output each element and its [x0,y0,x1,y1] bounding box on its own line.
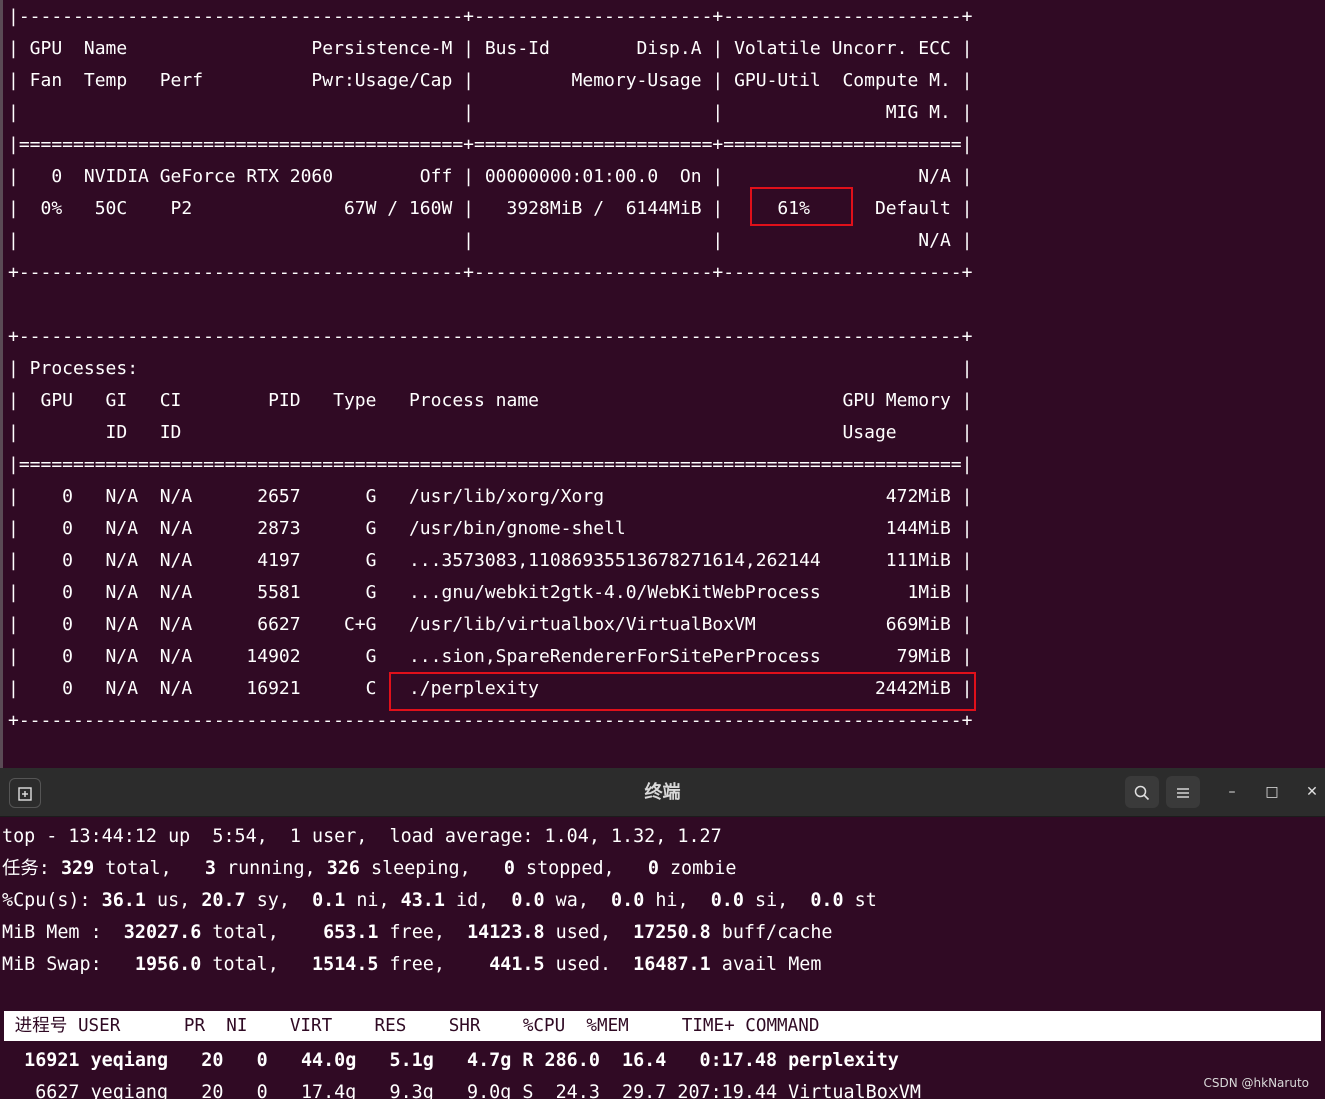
smi-process-row: | 0 N/A N/A 6627 C+G /usr/lib/virtualbox… [8,614,973,635]
process-row: 16921 yeqiang 20 0 44.0g 5.1g 4.7g R 286… [2,1050,899,1071]
smi-line: | GPU GI CI PID Type Process name GPU Me… [8,390,973,411]
smi-line: |---------------------------------------… [8,6,973,27]
hamburger-menu-icon [1177,787,1189,798]
mem-free-label: free, [378,922,468,943]
cpu-us: 36.1 [101,890,146,911]
search-icon [1134,785,1150,800]
tasks-zombie-label: zombie [658,858,737,879]
tasks-stopped: 0 [503,858,515,879]
smi-line: | ID ID Usage | [8,422,973,443]
smi-line: |=======================================… [8,134,973,155]
terminal-titlebar[interactable]: 终端 – □ ✕ [0,768,1325,817]
smi-line: +---------------------------------------… [8,326,973,347]
tasks-total-label: total, [94,858,205,879]
cpu-sy: 20.7 [201,890,246,911]
mem-used-label: used, [544,922,634,943]
minimize-button[interactable]: – [1220,780,1244,804]
swap-free-label: free, [378,954,490,975]
tasks-sleeping: 326 [326,858,360,879]
cpu-wa-label: wa, [544,890,612,911]
top-uptime-line: top - 13:44:12 up 5:54, 1 user, load ave… [2,826,722,847]
tasks-running-label: running, [215,858,327,879]
top-cpu-line: %Cpu(s): 36.1 us, 20.7 sy, 0.1 ni, 43.1 … [2,885,877,917]
watermark: CSDN @hkNaruto [1203,1076,1310,1090]
mem-cache: 17250.8 [633,922,711,943]
smi-process-row: | 0 N/A N/A 2873 G /usr/bin/gnome-shell … [8,518,973,539]
smi-line: | Processes: | [8,358,973,379]
smi-line: | GPU Name Persistence-M | Bus-Id Disp.A… [8,38,973,59]
terminal-window: 终端 – □ ✕ top - 13:44:12 up 5:54, 1 user,… [0,768,1325,1099]
cpu-ni: 0.1 [312,890,346,911]
maximize-button[interactable]: □ [1260,780,1284,804]
smi-line: +---------------------------------------… [8,262,973,283]
cpu-st: 0.0 [810,890,844,911]
cpu-hi-label: hi, [644,890,711,911]
mem-label: MiB Mem : [2,922,124,943]
mem-cache-label: buff/cache [710,922,833,943]
swap-used-label: used. [544,954,634,975]
cpu-wa: 0.0 [511,890,545,911]
nvidia-smi-output: |---------------------------------------… [0,0,1325,768]
swap-label: MiB Swap: [2,954,135,975]
swap-avail-label: avail Mem [710,954,822,975]
cpu-id: 43.1 [400,890,445,911]
process-table-header: 进程号 USER PR NI VIRT RES SHR %CPU %MEM TI… [4,1011,1321,1041]
smi-process-row: | 0 N/A N/A 2657 G /usr/lib/xorg/Xorg 47… [8,486,973,507]
cpu-sy-label: sy, [245,890,313,911]
process-row: 6627 yeqiang 20 0 17.4g 9.3g 9.0g S 24.3… [2,1082,921,1099]
swap-avail: 16487.1 [633,954,711,975]
cpu-si: 0.0 [710,890,744,911]
swap-used: 441.5 [489,954,545,975]
cpu-st-label: st [843,890,877,911]
smi-process-row: | 0 N/A N/A 4197 G ...3573083,1108693551… [8,550,973,571]
smi-process-row: | 0 N/A N/A 5581 G ...gnu/webkit2gtk-4.0… [8,582,973,603]
smi-line: | | | N/A | [8,230,973,251]
tasks-label: 任务: [2,858,50,879]
mem-used: 14123.8 [467,922,545,943]
top-mem-line: MiB Mem : 32027.6 total, 653.1 free, 141… [2,917,832,949]
cpu-ni-label: ni, [345,890,401,911]
smi-line: |=======================================… [8,454,973,475]
cpu-label: %Cpu(s): [2,890,102,911]
search-button[interactable] [1125,776,1159,808]
cpu-hi: 0.0 [611,890,645,911]
smi-process-row: | 0 N/A N/A 14902 G ...sion,SpareRendere… [8,646,973,667]
top-tasks-line: 任务: 329 total, 3 running, 326 sleeping, … [2,853,736,885]
swap-free: 1514.5 [312,954,379,975]
cpu-si-label: si, [743,890,811,911]
smi-line: | Fan Temp Perf Pwr:Usage/Cap | Memory-U… [8,70,973,91]
mem-free: 653.1 [323,922,379,943]
menu-button[interactable] [1166,776,1200,808]
gpu-util-highlight [750,187,853,226]
tasks-stopped-label: stopped, [514,858,648,879]
swap-total-label: total, [201,954,313,975]
cpu-id-label: id, [444,890,512,911]
tasks-running: 3 [204,858,216,879]
mem-total: 32027.6 [123,922,202,943]
close-button[interactable]: ✕ [1300,780,1324,804]
tasks-zombie: 0 [647,858,659,879]
cpu-us-label: us, [145,890,202,911]
perplexity-process-highlight [389,672,976,711]
tasks-sleeping-label: sleeping, [359,858,504,879]
mem-total-label: total, [201,922,324,943]
swap-total: 1956.0 [134,954,202,975]
smi-line: | | | MIG M. | [8,102,973,123]
tasks-total: 329 [60,858,95,879]
top-swap-line: MiB Swap: 1956.0 total, 1514.5 free, 441… [2,949,821,981]
